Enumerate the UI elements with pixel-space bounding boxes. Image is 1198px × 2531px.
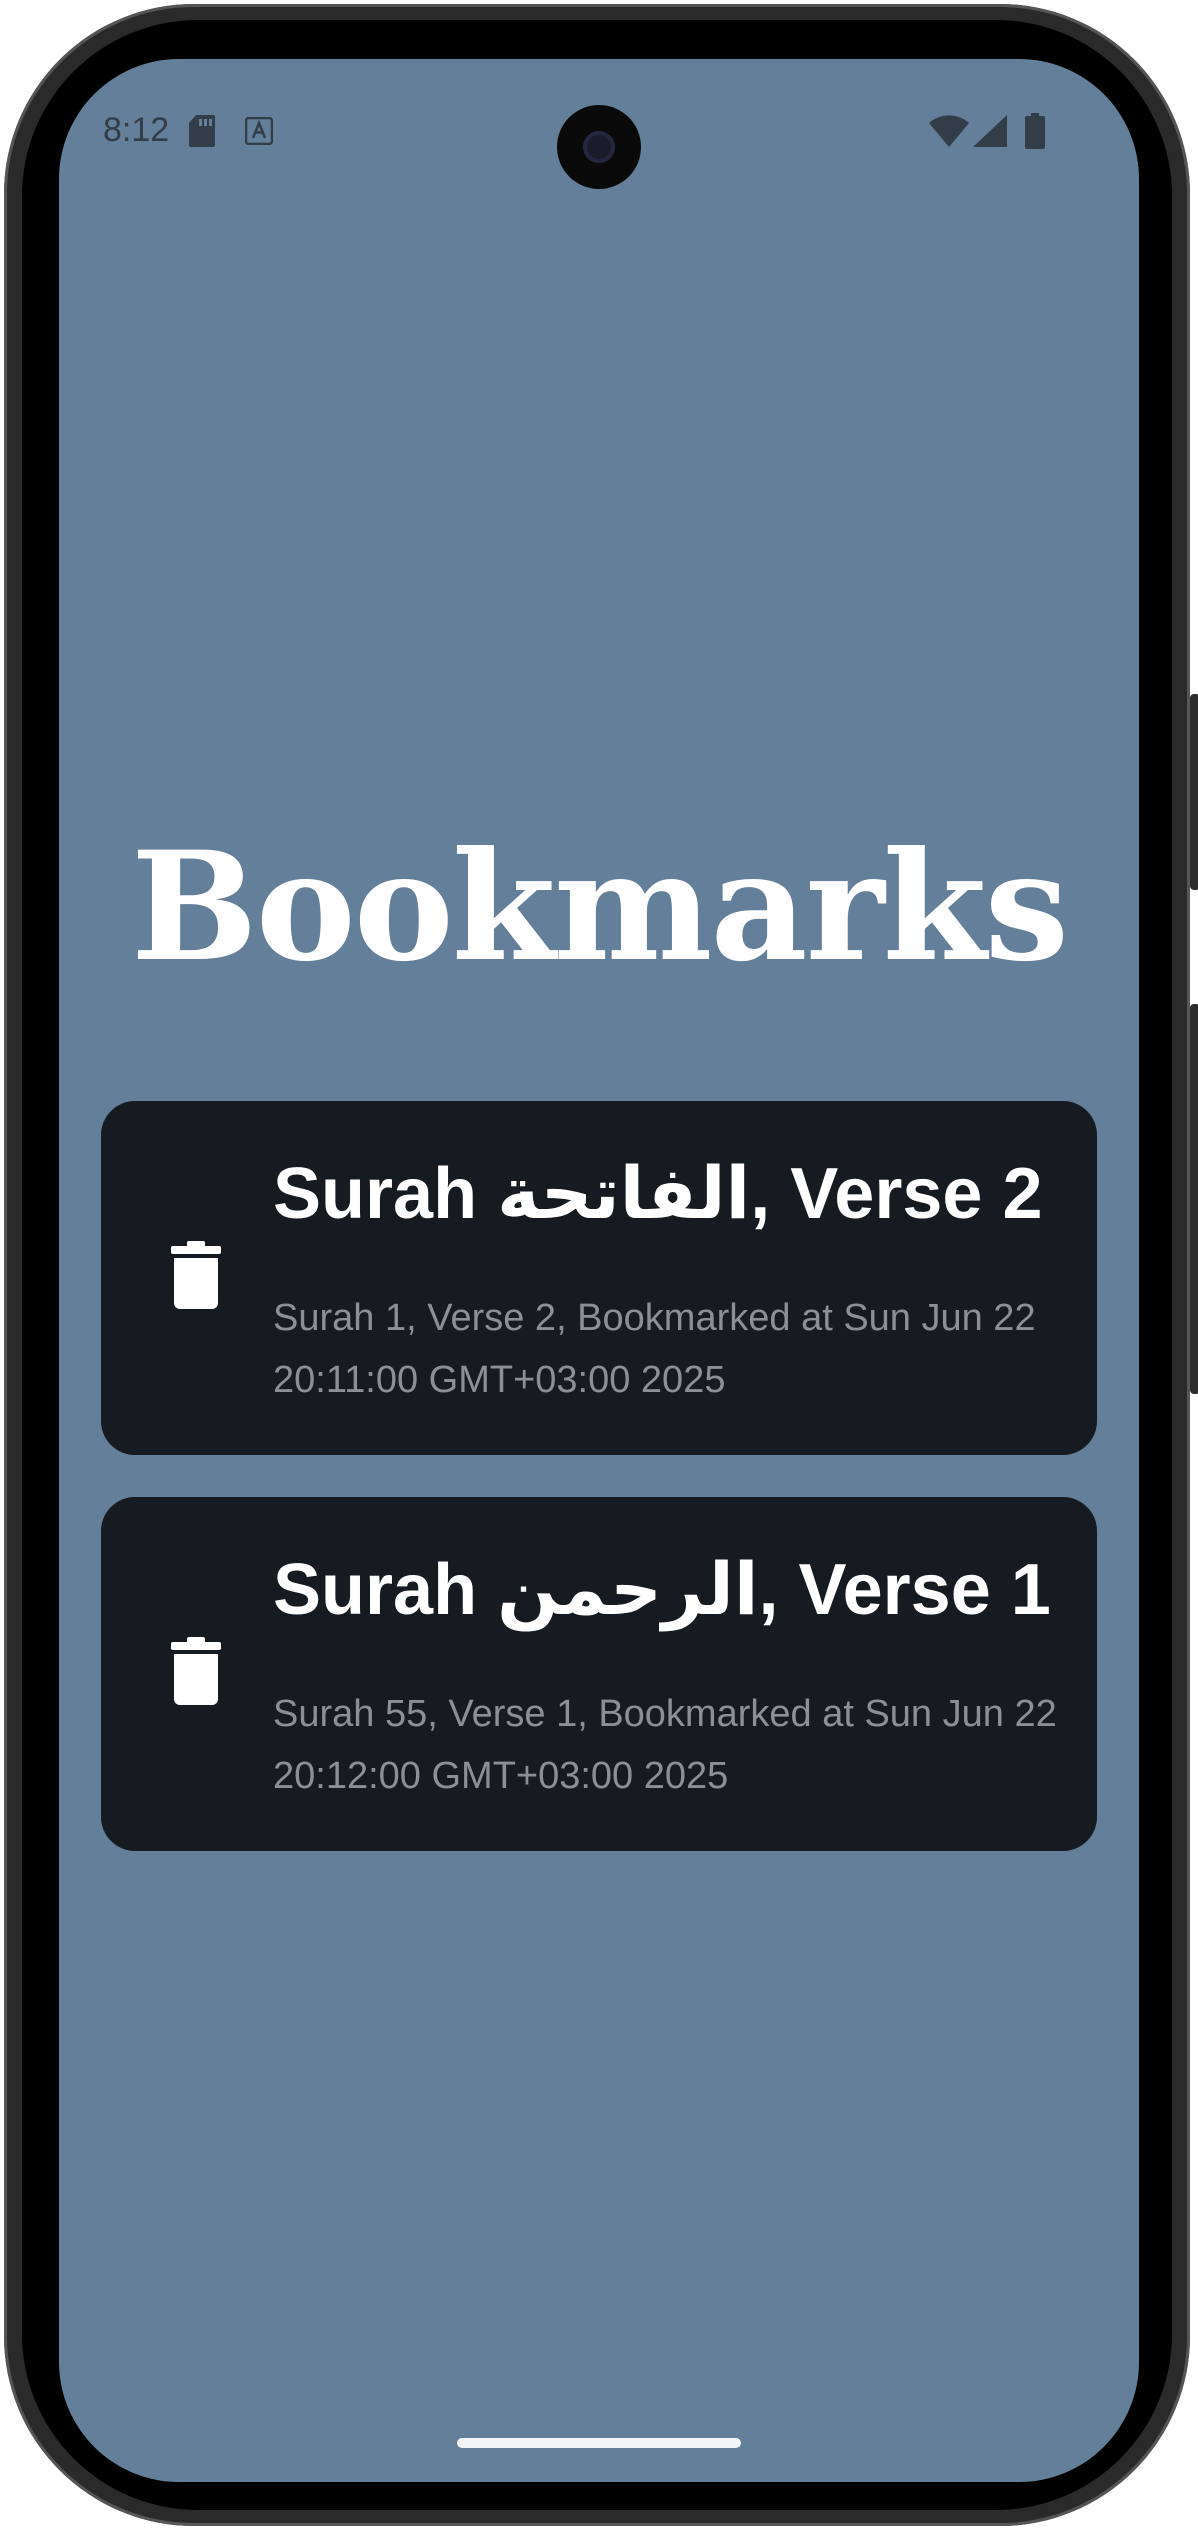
wifi-icon xyxy=(929,115,969,147)
home-indicator[interactable] xyxy=(457,2438,741,2448)
delete-bookmark-button[interactable] xyxy=(151,1231,241,1321)
trash-icon xyxy=(171,1241,221,1309)
delete-bookmark-button[interactable] xyxy=(151,1627,241,1717)
front-camera xyxy=(557,105,641,189)
bookmark-title: Surah الفاتحة, Verse 2 xyxy=(273,1154,1043,1234)
text-a-icon xyxy=(245,117,273,145)
battery-icon xyxy=(1025,113,1045,149)
bookmark-card[interactable]: Surah الرحمن, Verse 1 Surah 55, Verse 1,… xyxy=(101,1497,1097,1851)
bookmark-list: Surah الفاتحة, Verse 2 Surah 1, Verse 2,… xyxy=(101,1101,1097,1893)
bookmark-subtitle: Surah 55, Verse 1, Bookmarked at Sun Jun… xyxy=(273,1693,1057,1797)
volume-button xyxy=(1190,694,1198,890)
page-title: Bookmarks xyxy=(130,819,1069,995)
bookmark-subtitle: Surah 1, Verse 2, Bookmarked at Sun Jun … xyxy=(273,1297,1036,1401)
power-button xyxy=(1190,1004,1198,1394)
app-screen: 8:12 Bookmarks Surah الفاتحة, Verse 2 Su… xyxy=(59,59,1139,2482)
status-bar: 8:12 xyxy=(59,59,1139,209)
cell-signal-icon xyxy=(973,115,1007,147)
status-time: 8:12 xyxy=(103,111,170,149)
bookmark-card[interactable]: Surah الفاتحة, Verse 2 Surah 1, Verse 2,… xyxy=(101,1101,1097,1455)
bookmark-title: Surah الرحمن, Verse 1 xyxy=(273,1550,1051,1630)
sd-card-icon xyxy=(189,115,215,147)
trash-icon xyxy=(171,1637,221,1705)
